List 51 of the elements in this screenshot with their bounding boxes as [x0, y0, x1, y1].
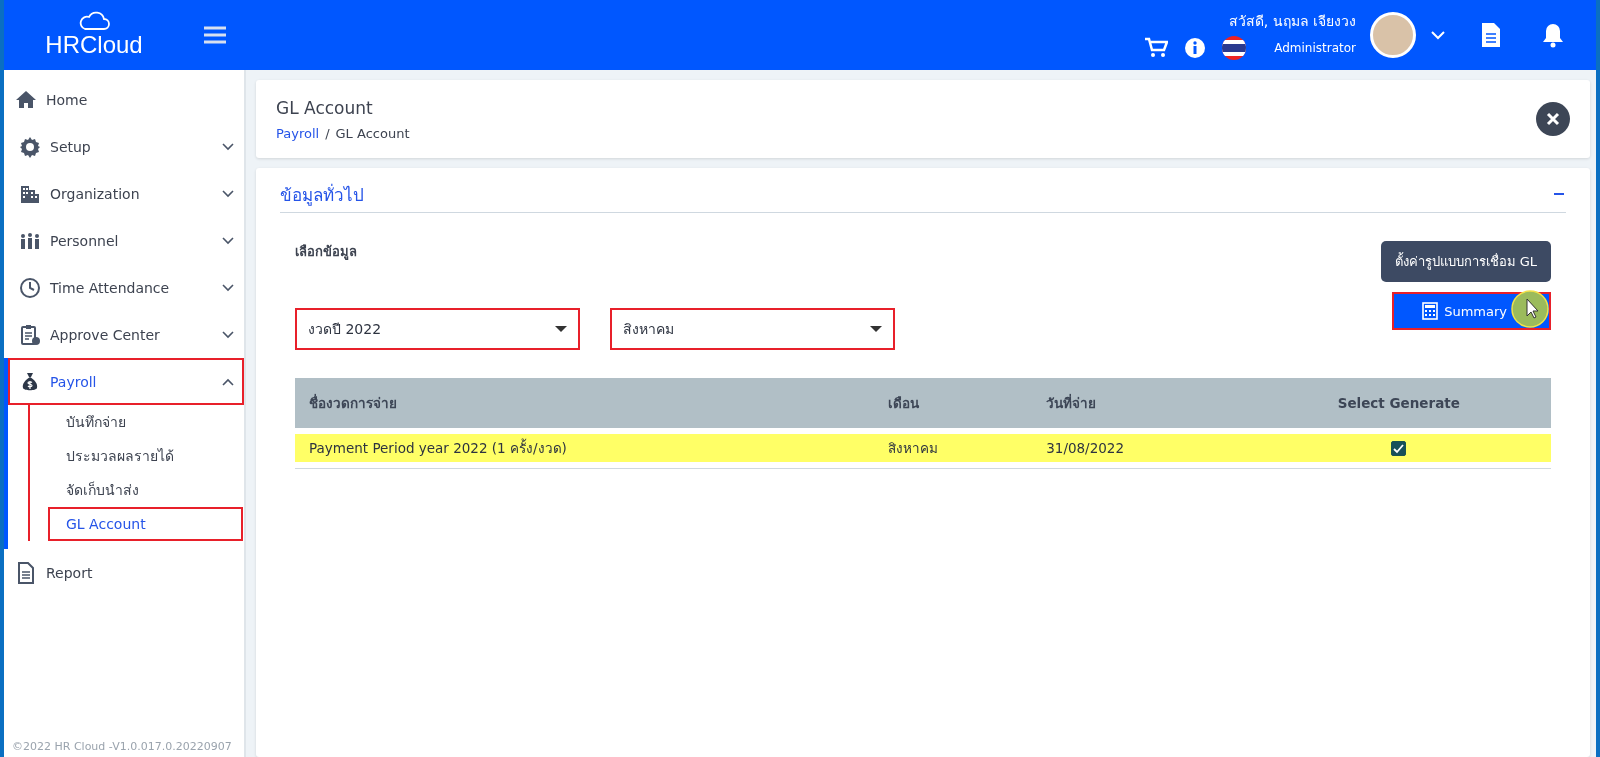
chevron-icon[interactable]	[1430, 30, 1446, 40]
cart-icon[interactable]	[1144, 37, 1169, 59]
dropdown-field[interactable]: สิงหาคม	[610, 308, 895, 350]
submenu-item[interactable]: GL Account	[48, 507, 243, 541]
column-header: วันที่จ่าย	[1032, 378, 1247, 428]
column-header: Select Generate	[1246, 378, 1551, 428]
clipboard-icon	[18, 322, 42, 347]
close-icon	[1546, 112, 1560, 126]
info-icon[interactable]	[1184, 37, 1207, 59]
avatar[interactable]	[1370, 12, 1416, 58]
flag-icon[interactable]	[1222, 36, 1247, 60]
sidebar-item[interactable]: Setup	[8, 123, 244, 170]
cursor-icon	[1511, 290, 1549, 328]
breadcrumb-link[interactable]: Payroll	[276, 125, 320, 141]
page-title: GL Account	[276, 97, 374, 118]
menu-icon[interactable]	[204, 26, 226, 44]
column-header: เดือน	[874, 378, 1033, 428]
sidebar-item[interactable]: Personnel	[8, 217, 244, 264]
checkbox[interactable]	[1391, 441, 1407, 457]
sidebar-item[interactable]: Time Attendance	[8, 264, 244, 311]
sidebar-item[interactable]: Organization	[8, 170, 244, 217]
select-label: เลือกข้อมูล	[295, 243, 357, 262]
submenu-item[interactable]: จัดเก็บนำส่ง	[48, 473, 243, 507]
submenu-item[interactable]: บันทึกจ่าย	[48, 405, 243, 439]
table-cell: Payment Period year 2022 (1 ครั้ง/งวด)	[295, 434, 875, 462]
calculator-icon	[1422, 302, 1439, 320]
table-cell: สิงหาคม	[874, 434, 1033, 462]
gl-settings-button[interactable]: ตั้งค่ารูปแบบการเชื่อม GL	[1380, 241, 1551, 282]
close-button[interactable]	[1536, 102, 1570, 136]
dropdown-field[interactable]: งวดปี 2022	[295, 308, 580, 350]
caret-icon	[555, 326, 567, 332]
sidebar-item[interactable]: Report	[4, 549, 244, 596]
sidebar-item[interactable]: Home	[4, 76, 244, 123]
version-footer: ©2022 HR Cloud -V1.0.017.0.20220907	[4, 740, 244, 757]
user-greeting: สวัสดี, นฤมล เจียงวง	[1228, 12, 1356, 31]
document-icon[interactable]	[1480, 22, 1502, 48]
cloud-icon	[78, 11, 110, 31]
breadcrumb-current: GL Account	[335, 125, 410, 141]
app-logo: HRCloud	[45, 31, 143, 59]
bell-icon[interactable]	[1540, 22, 1566, 48]
section-title: ข้อมูลทั่วไป	[280, 182, 364, 208]
sidebar-item[interactable]: Payroll	[8, 358, 244, 405]
table-cell: 31/08/2022	[1032, 434, 1247, 462]
user-role: Administrator	[1274, 41, 1356, 55]
submenu-item[interactable]: ประมวลผลรายได้	[48, 439, 243, 473]
breadcrumb-separator: /	[325, 125, 330, 141]
column-header: ชื่องวดการจ่าย	[295, 378, 875, 428]
sidebar-item[interactable]: Approve Center	[8, 311, 244, 358]
clock-icon	[18, 275, 42, 300]
caret-icon	[870, 326, 882, 332]
summary-button[interactable]: Summary	[1392, 292, 1551, 330]
